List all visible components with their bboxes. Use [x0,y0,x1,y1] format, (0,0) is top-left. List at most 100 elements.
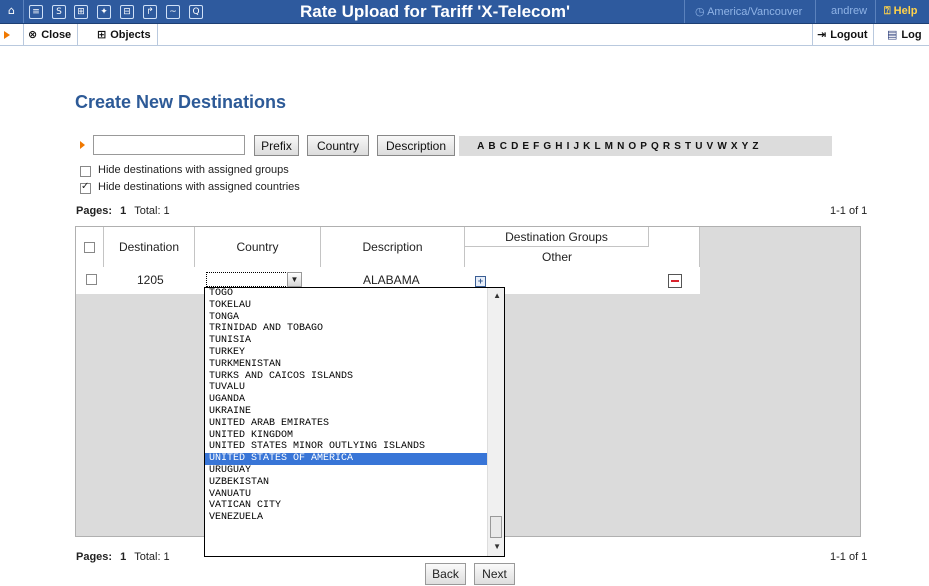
help-link[interactable]: ⍰ Help [884,5,918,18]
letter-link[interactable]: K [583,141,590,152]
search-input[interactable] [93,135,245,155]
description-button[interactable]: Description [377,135,455,156]
action-bar: ⊗ Close ⊞ Objects ⇥ Logout ▤ Log [0,24,929,46]
search-icon[interactable]: Q [189,5,203,19]
letter-link[interactable]: Z [752,141,758,152]
close-icon: ⊗ [28,28,38,41]
letter-link[interactable]: N [617,141,624,152]
letter-index: A B C D E F G H I J K L M N O P Q R S T … [459,136,832,156]
dropdown-option[interactable]: UNITED KINGDOM [205,430,504,442]
next-button[interactable]: Next [474,563,515,585]
letter-link[interactable]: H [555,141,562,152]
scroll-thumb[interactable] [490,516,502,538]
home-icon[interactable]: ⌂ [4,3,19,18]
dropdown-option[interactable]: TURKMENISTAN [205,359,504,371]
person-icon[interactable]: ✦ [97,5,111,19]
letter-link[interactable]: U [695,141,702,152]
header-select-all [76,227,104,267]
letter-link[interactable]: W [717,141,726,152]
add-group-icon[interactable]: + [475,276,486,287]
letter-link[interactable]: A [477,141,484,152]
hide-countries-label: Hide destinations with assigned countrie… [98,181,300,193]
dropdown-option[interactable]: VENEZUELA [205,512,504,524]
country-button[interactable]: Country [307,135,369,156]
scroll-down-icon[interactable]: ▼ [493,542,501,551]
dropdown-option[interactable]: UNITED STATES MINOR OUTLYING ISLANDS [205,441,504,453]
dropdown-option[interactable]: TOKELAU [205,300,504,312]
chart-icon[interactable]: ~ [166,5,180,19]
letter-link[interactable]: Q [651,141,659,152]
prefix-button[interactable]: Prefix [254,135,299,156]
header-description[interactable]: Description [321,227,465,267]
close-button[interactable]: ⊗ Close [23,24,79,45]
pages-label: Pages: [76,205,113,217]
logout-button[interactable]: ⇥ Logout [812,24,875,45]
header-destination-groups: Destination Groups [465,227,649,246]
letter-link[interactable]: G [543,141,551,152]
dropdown-option[interactable]: UKRAINE [205,406,504,418]
dropdown-option[interactable]: TUVALU [205,382,504,394]
dropdown-option[interactable]: VANUATU [205,489,504,501]
dropdown-option[interactable]: UNITED ARAB EMIRATES [205,418,504,430]
hide-countries-checkbox[interactable] [80,181,91,194]
letter-link[interactable]: X [731,141,738,152]
letter-link[interactable]: S [674,141,681,152]
hide-groups-checkbox[interactable] [80,166,91,177]
letter-link[interactable]: T [685,141,691,152]
dropdown-option[interactable]: URUGUAY [205,465,504,477]
remove-row-button[interactable] [668,274,682,288]
letter-link[interactable]: V [707,141,714,152]
dropdown-option-selected[interactable]: UNITED STATES OF AMERICA [205,453,504,465]
select-all-checkbox[interactable] [84,241,95,253]
letter-link[interactable]: O [628,141,636,152]
dropdown-option[interactable]: UGANDA [205,394,504,406]
letter-link[interactable]: J [573,141,579,152]
page-number[interactable]: 1 [120,551,126,563]
pagination-bottom: Pages: 1 Total: 1 [76,551,170,563]
s-icon[interactable]: S [52,5,66,19]
objects-icon: ⊞ [97,28,107,41]
dropdown-option[interactable]: TRINIDAD AND TOBAGO [205,323,504,335]
logout-label: Logout [830,28,868,41]
back-button[interactable]: Back [425,563,466,585]
log-button[interactable]: ▤ Log [883,24,928,45]
dropdown-option[interactable]: UZBEKISTAN [205,477,504,489]
letter-link[interactable]: B [488,141,495,152]
dropdown-scrollbar[interactable]: ▲ ▼ [487,288,504,556]
dropdown-option[interactable]: TURKS AND CAICOS ISLANDS [205,371,504,383]
letter-link[interactable]: I [567,141,570,152]
letter-link[interactable]: E [522,141,529,152]
letter-link[interactable]: Y [742,141,749,152]
dropdown-option[interactable]: TOGO [205,288,504,300]
pages-label: Pages: [76,551,113,563]
row-checkbox[interactable] [86,274,97,285]
dropdown-option[interactable]: TUNISIA [205,335,504,347]
letter-link[interactable]: P [640,141,647,152]
dropdown-option[interactable]: TONGA [205,312,504,324]
timezone-label: America/Vancouver [707,6,803,18]
user-link[interactable]: andrew [831,5,867,17]
letter-link[interactable]: C [500,141,507,152]
country-dropdown-list[interactable]: TOGO TOKELAU TONGA TRINIDAD AND TOBAGO T… [204,287,505,557]
scroll-up-icon[interactable]: ▲ [493,291,501,300]
header-country[interactable]: Country [195,227,321,267]
dropdown-option[interactable]: VATICAN CITY [205,500,504,512]
close-label: Close [41,28,72,41]
list-icon[interactable]: ≡ [29,5,43,19]
objects-button[interactable]: ⊞ Objects [93,24,158,45]
letter-link[interactable]: F [533,141,539,152]
chevron-down-icon[interactable]: ▼ [287,272,302,287]
dropdown-option[interactable]: TURKEY [205,347,504,359]
letter-link[interactable]: M [605,141,613,152]
letter-link[interactable]: D [511,141,518,152]
timezone-link[interactable]: ◷ America/Vancouver [695,5,802,18]
letter-link[interactable]: R [663,141,670,152]
letter-link[interactable]: L [594,141,600,152]
header-destination[interactable]: Destination [104,227,195,267]
grid-icon[interactable]: ⊞ [74,5,88,19]
tree-icon[interactable]: ⊟ [120,5,134,19]
row-description: ALABAMA [363,273,420,287]
page-number[interactable]: 1 [120,205,126,217]
logout-icon: ⇥ [817,28,827,41]
arrow-icon[interactable]: ↱ [143,5,157,19]
